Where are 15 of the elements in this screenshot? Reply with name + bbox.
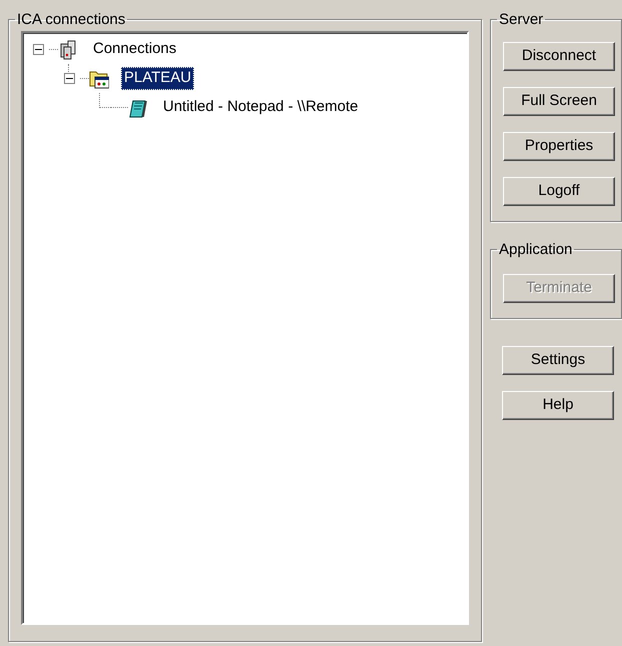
group-title: Server — [498, 12, 544, 27]
dialog-button[interactable]: Settings — [502, 346, 614, 375]
collapse-toggle[interactable] — [64, 73, 74, 84]
group-title: Application — [498, 242, 574, 257]
server-button[interactable]: Properties — [503, 132, 615, 161]
collapse-toggle[interactable] — [32, 44, 44, 55]
tree-item[interactable]: PLATEAU — [121, 67, 194, 90]
server-button[interactable]: Disconnect — [503, 42, 615, 71]
server-button[interactable]: Logoff — [503, 177, 615, 206]
servers-icon — [58, 39, 78, 60]
group-title: ICA connections — [16, 12, 126, 27]
server-button[interactable]: Full Screen — [503, 87, 615, 116]
dialog-button[interactable]: Help — [502, 391, 614, 420]
tree-item[interactable]: Untitled - Notepad - \\Remote — [160, 96, 362, 119]
tree-item[interactable]: Connections — [90, 38, 180, 61]
